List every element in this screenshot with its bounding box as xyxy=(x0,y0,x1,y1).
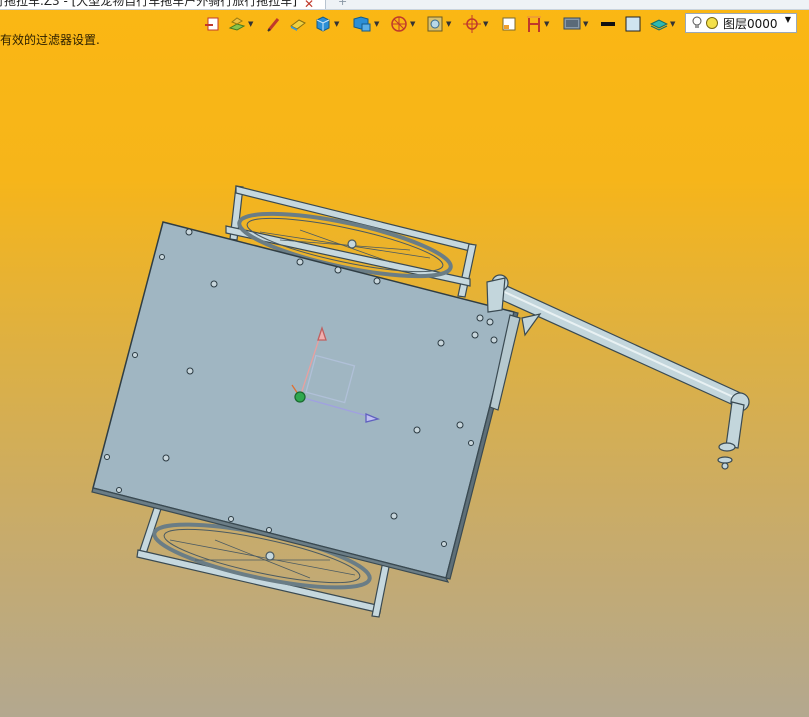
line-weight-icon xyxy=(601,22,615,26)
document-tab-title: 行拖拉车.Z3 - [大型宠物自行车拖车户外骑行旅行拖拉车] xyxy=(0,0,297,8)
frame-tool-button[interactable]: ▼ xyxy=(426,14,451,34)
frame-tool-icon xyxy=(427,16,443,32)
tow-bar xyxy=(486,274,750,470)
monitor-tool-button[interactable]: ▼ xyxy=(563,14,588,34)
3d-viewport[interactable]: 行拖拉车.Z3 - [大型宠物自行车拖车户外骑行旅行拖拉车] ✕ + ▼ ▼ ▼… xyxy=(0,0,809,717)
view-cube-button[interactable]: ▼ xyxy=(352,14,379,34)
layer-stack-icon xyxy=(650,19,668,31)
pencil-tool-button[interactable] xyxy=(266,14,280,34)
document-tab-bar: 行拖拉车.Z3 - [大型宠物自行车拖车户外骑行旅行拖拉车] ✕ + xyxy=(0,0,809,10)
color-swatch-button[interactable] xyxy=(625,14,641,34)
eraser-tool-icon xyxy=(290,19,306,31)
chevron-down-icon: ▼ xyxy=(248,20,254,28)
layer-stack-button[interactable]: ▼ xyxy=(650,14,675,34)
cube-tool-icon xyxy=(316,16,330,32)
chevron-down-icon: ▼ xyxy=(410,20,416,28)
new-tab-icon[interactable]: + xyxy=(338,0,347,8)
pencil-tool-icon xyxy=(267,18,280,32)
chevron-down-icon: ▼ xyxy=(544,20,550,28)
target-tool-button[interactable]: ▼ xyxy=(463,14,488,34)
chevron-down-icon: ▼ xyxy=(334,20,340,28)
layer-label: 图层0000 xyxy=(723,16,778,31)
target-tool-icon xyxy=(463,15,481,33)
sun-icon xyxy=(706,17,718,29)
sketch-tool-icon xyxy=(205,17,219,31)
sketch-tool-button[interactable] xyxy=(205,14,221,34)
wheel-tool-button[interactable]: ▼ xyxy=(390,14,415,34)
rack-tool-icon xyxy=(527,16,541,32)
eraser-tool-button[interactable] xyxy=(289,14,307,34)
chevron-down-icon: ▼ xyxy=(374,20,380,28)
wheel-tool-icon xyxy=(391,16,407,32)
stack-tool-icon xyxy=(228,17,246,31)
chevron-down-icon: ▼ xyxy=(784,15,791,24)
corner-tool-icon xyxy=(502,17,516,31)
stack-tool-button[interactable]: ▼ xyxy=(228,14,253,34)
document-tab[interactable]: 行拖拉车.Z3 - [大型宠物自行车拖车户外骑行旅行拖拉车] xyxy=(0,0,326,9)
line-weight-button[interactable] xyxy=(600,14,616,34)
trailer-model[interactable] xyxy=(0,0,809,717)
cube-tool-button[interactable]: ▼ xyxy=(314,14,339,34)
lightbulb-icon xyxy=(692,16,702,28)
rack-tool-button[interactable]: ▼ xyxy=(526,14,549,34)
chevron-down-icon: ▼ xyxy=(483,20,489,28)
color-swatch-icon xyxy=(625,16,641,32)
tab-close-icon[interactable]: ✕ xyxy=(304,0,314,9)
layer-dropdown[interactable]: 图层0000 ▼ xyxy=(685,13,797,33)
status-message: 有效的过滤器设置. xyxy=(0,33,100,47)
monitor-tool-icon xyxy=(563,17,581,30)
chevron-down-icon: ▼ xyxy=(583,20,589,28)
chevron-down-icon: ▼ xyxy=(446,20,452,28)
view-cube-icon xyxy=(353,16,371,32)
chevron-down-icon: ▼ xyxy=(670,20,676,28)
corner-tool-button[interactable] xyxy=(501,14,517,34)
